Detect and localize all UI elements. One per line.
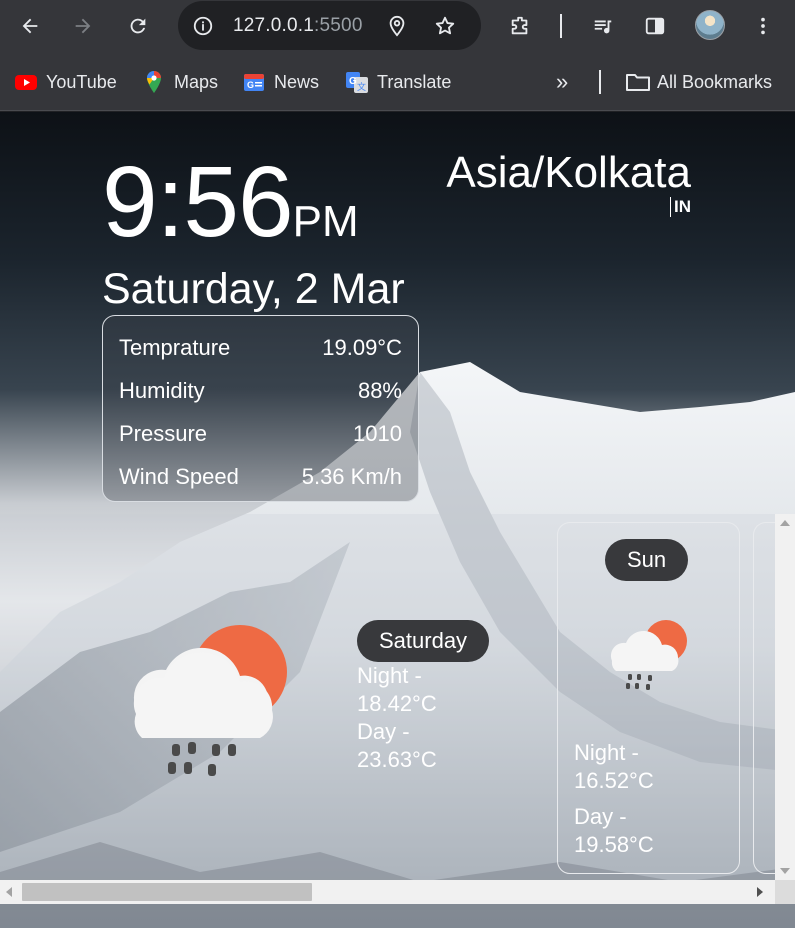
stat-row-temperature: Temprature 19.09°C <box>119 326 402 369</box>
stat-value: 19.09°C <box>322 334 402 360</box>
vertical-scrollbar[interactable] <box>775 514 795 880</box>
forward-button[interactable] <box>64 7 102 45</box>
am-pm: PM <box>292 197 359 246</box>
stat-row-wind-speed: Wind Speed 5.36 Km/h <box>119 455 402 498</box>
svg-text:G: G <box>349 76 357 87</box>
bookmark-label: YouTube <box>46 71 117 92</box>
stat-label: Temprature <box>119 334 231 360</box>
stat-row-pressure: Pressure 1010 <box>119 412 402 455</box>
stat-label: Wind Speed <box>119 463 239 489</box>
stat-value: 5.36 Km/h <box>301 463 402 489</box>
all-bookmarks-button[interactable]: All Bookmarks <box>625 69 772 95</box>
site-info-icon[interactable] <box>188 11 218 41</box>
stat-value: 88% <box>357 377 402 403</box>
day-label: Day - <box>357 719 410 744</box>
svg-text:文: 文 <box>357 81 366 92</box>
forecast-strip[interactable]: Saturday Night - 18.42°C Day - 23.63°C S… <box>0 514 795 904</box>
url-text[interactable]: 127.0.0.1:5500 <box>233 15 363 37</box>
stat-label: Humidity <box>119 377 205 403</box>
scrollbar-thumb[interactable] <box>22 883 312 901</box>
forecast-card-sun: Sun Night - 16.52°C Day - 19.58°C <box>557 522 740 874</box>
night-temp: 16.52°C <box>574 768 654 793</box>
night-temp: 18.42°C <box>357 691 437 716</box>
media-controls-icon[interactable] <box>584 7 622 45</box>
location-icon[interactable] <box>378 7 416 45</box>
weather-page: 9:56PM Saturday, 2 Mar Asia/Kolkata IN T… <box>0 112 795 928</box>
day-temp: 19.58°C <box>574 832 654 857</box>
bookmark-news[interactable]: G News <box>242 69 319 95</box>
more-bookmarks-button[interactable]: » <box>556 69 568 95</box>
profile-avatar[interactable] <box>695 10 725 40</box>
stat-row-humidity: Humidity 88% <box>119 369 402 412</box>
bookmark-label: Maps <box>174 71 219 92</box>
all-bookmarks-label: All Bookmarks <box>657 71 773 92</box>
day-pill: Sun <box>605 539 689 581</box>
browser-toolbar: 127.0.0.1:5500 <box>0 0 795 52</box>
day-label: Day - <box>574 804 627 829</box>
double-chevron-icon: » <box>556 69 569 94</box>
night-label: Night - <box>357 663 422 688</box>
folder-icon <box>625 70 650 94</box>
back-arrow-icon <box>22 18 38 34</box>
clock-date: Saturday, 2 Mar <box>102 265 405 313</box>
bookmarks-divider <box>599 70 601 94</box>
bookmark-star-icon[interactable] <box>426 7 464 45</box>
reload-button[interactable] <box>119 7 157 45</box>
bookmark-youtube[interactable]: YouTube <box>14 69 117 95</box>
back-button[interactable] <box>11 7 49 45</box>
svg-text:G: G <box>247 80 254 90</box>
toolbar-divider <box>560 14 562 38</box>
scroll-down-arrow-icon[interactable] <box>780 868 790 874</box>
today-forecast: Saturday Night - 18.42°C Day - 23.63°C <box>357 620 490 774</box>
bookmark-translate[interactable]: G文 Translate <box>345 69 451 95</box>
country-code: IN <box>670 197 691 217</box>
bookmarks-bar: YouTube Maps G News G文 Translate » All B… <box>0 52 795 111</box>
rain-cloud-sun-icon <box>133 625 287 776</box>
scrollbar-corner <box>775 880 795 904</box>
scroll-up-arrow-icon[interactable] <box>780 520 790 526</box>
day-temp: 23.63°C <box>357 747 437 772</box>
day-pill: Saturday <box>357 620 490 662</box>
night-label: Night - <box>574 740 639 765</box>
time-value: 9:56 <box>102 146 294 258</box>
maps-icon <box>142 70 166 94</box>
rain-cloud-sun-icon <box>610 620 687 690</box>
horizontal-scrollbar[interactable] <box>0 880 775 904</box>
youtube-icon <box>14 70 38 94</box>
forward-arrow-icon <box>75 18 91 34</box>
stat-value: 1010 <box>353 420 402 446</box>
url-host: 127.0.0.1 <box>233 15 315 36</box>
scroll-left-arrow-icon[interactable] <box>6 887 12 897</box>
scroll-right-arrow-icon[interactable] <box>757 887 763 897</box>
timezone: Asia/Kolkata <box>446 148 691 197</box>
bookmark-label: News <box>274 71 320 92</box>
side-panel-icon[interactable] <box>636 7 674 45</box>
news-icon: G <box>242 70 266 94</box>
url-port: :5500 <box>314 15 363 36</box>
menu-kebab-icon[interactable] <box>744 7 782 45</box>
reload-icon <box>130 18 146 34</box>
bookmark-label: Translate <box>377 71 452 92</box>
bookmark-maps[interactable]: Maps <box>142 69 218 95</box>
stat-label: Pressure <box>119 420 208 446</box>
extensions-icon[interactable] <box>501 7 539 45</box>
current-weather-panel: Temprature 19.09°C Humidity 88% Pressure… <box>102 315 419 502</box>
translate-icon: G文 <box>345 70 369 94</box>
clock-time: 9:56PM <box>102 152 359 272</box>
